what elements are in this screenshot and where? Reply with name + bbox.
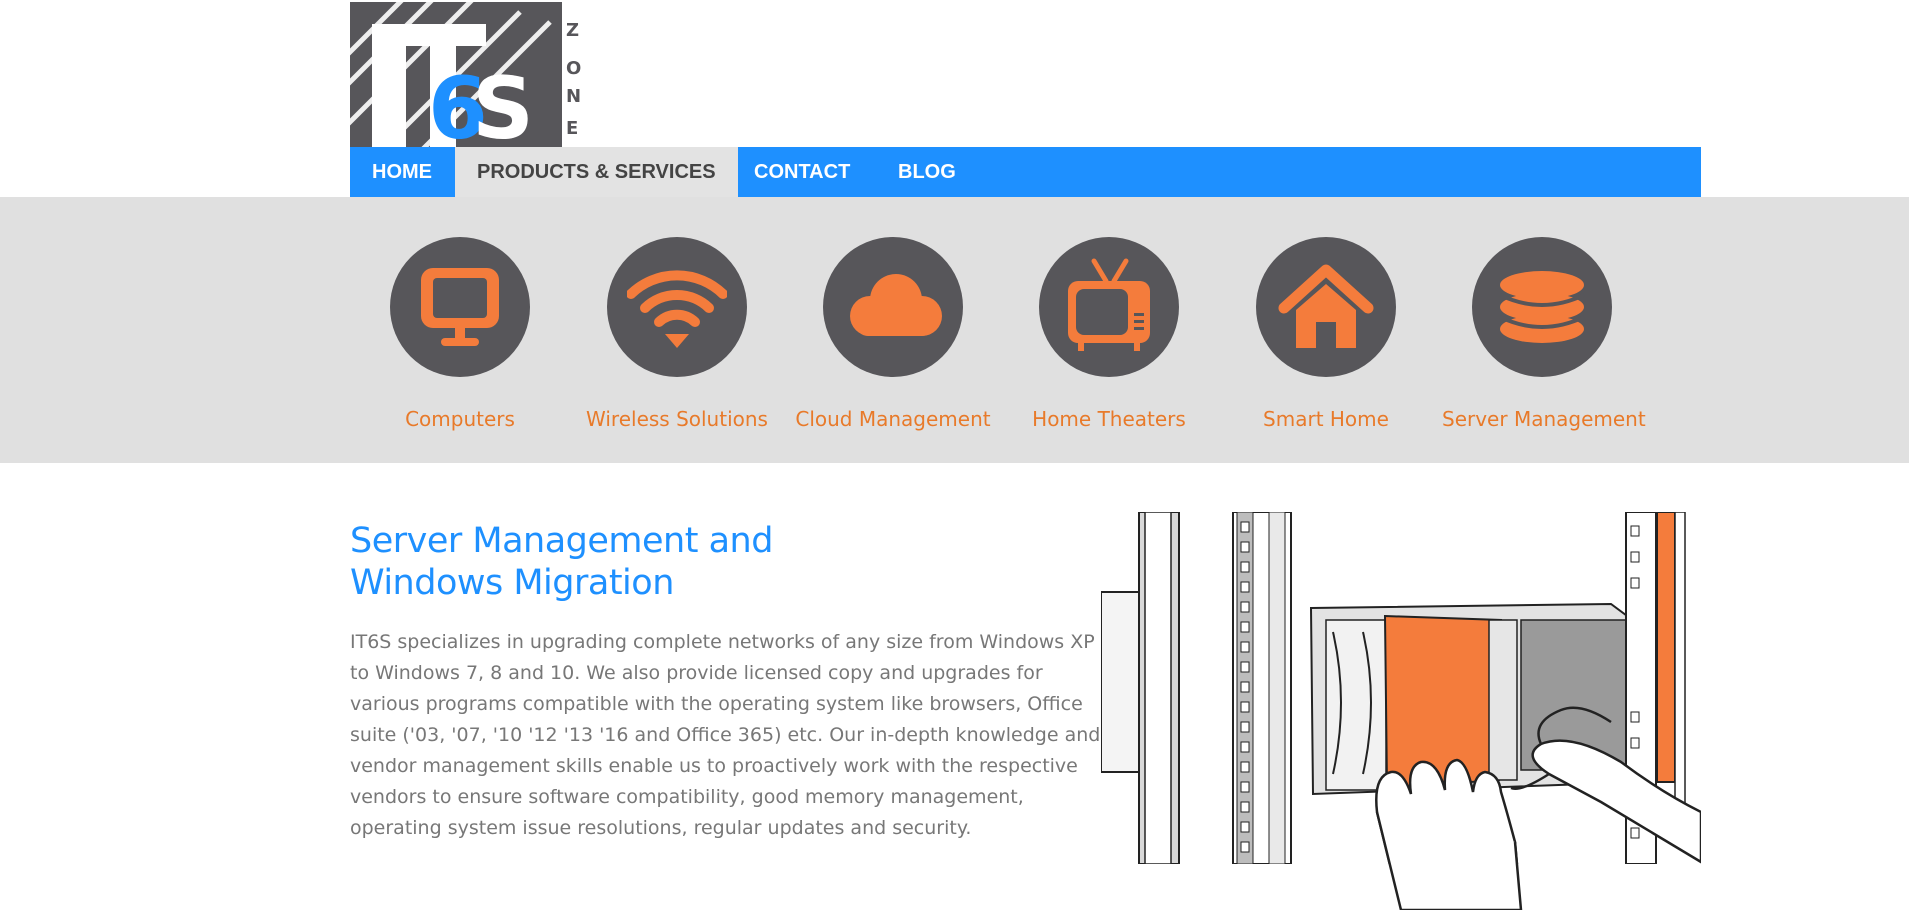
- service-cloud[interactable]: Cloud Management: [793, 237, 993, 431]
- tv-icon: [1039, 237, 1179, 377]
- service-label: Server Management: [1442, 407, 1646, 431]
- service-label: Home Theaters: [1032, 407, 1186, 431]
- service-label: Smart Home: [1263, 407, 1389, 431]
- nav-contact[interactable]: CONTACT: [732, 147, 872, 197]
- house-icon: [1256, 237, 1396, 377]
- service-smart-home[interactable]: Smart Home: [1226, 237, 1426, 431]
- cloud-icon: [823, 237, 963, 377]
- svg-text:Z: Z: [566, 20, 579, 41]
- svg-text:N: N: [566, 86, 581, 107]
- service-wireless[interactable]: Wireless Solutions: [577, 237, 777, 431]
- svg-text:E: E: [566, 118, 578, 139]
- main-nav: HOME PRODUCTS & SERVICES CONTACT BLOG: [350, 147, 1701, 197]
- services-band: Computers Wireless Solutions Cloud Manag…: [0, 197, 1909, 463]
- page-title-line2: Windows Migration: [350, 563, 674, 603]
- wifi-icon: [607, 237, 747, 377]
- service-label: Cloud Management: [795, 407, 991, 431]
- nav-home[interactable]: HOME: [350, 147, 454, 197]
- server-rack-illustration: [1101, 512, 1701, 910]
- service-home-theaters[interactable]: Home Theaters: [1009, 237, 1209, 431]
- service-label: Wireless Solutions: [586, 407, 768, 431]
- svg-text:S: S: [472, 59, 534, 148]
- page-title-line1: Server Management and: [350, 521, 773, 561]
- nav-blog[interactable]: BLOG: [876, 147, 978, 197]
- service-label: Computers: [405, 407, 515, 431]
- service-description: IT6S specializes in upgrading complete n…: [350, 631, 1101, 839]
- page-title: Server Management and Windows Migration: [350, 520, 910, 604]
- database-icon: [1472, 237, 1612, 377]
- monitor-icon: [390, 237, 530, 377]
- service-server-management[interactable]: Server Management: [1442, 237, 1646, 431]
- nav-products-services[interactable]: PRODUCTS & SERVICES: [455, 147, 738, 197]
- service-computers[interactable]: Computers: [360, 237, 560, 431]
- svg-text:O: O: [566, 58, 581, 79]
- site-logo[interactable]: 6 S Z O N E: [350, 2, 586, 148]
